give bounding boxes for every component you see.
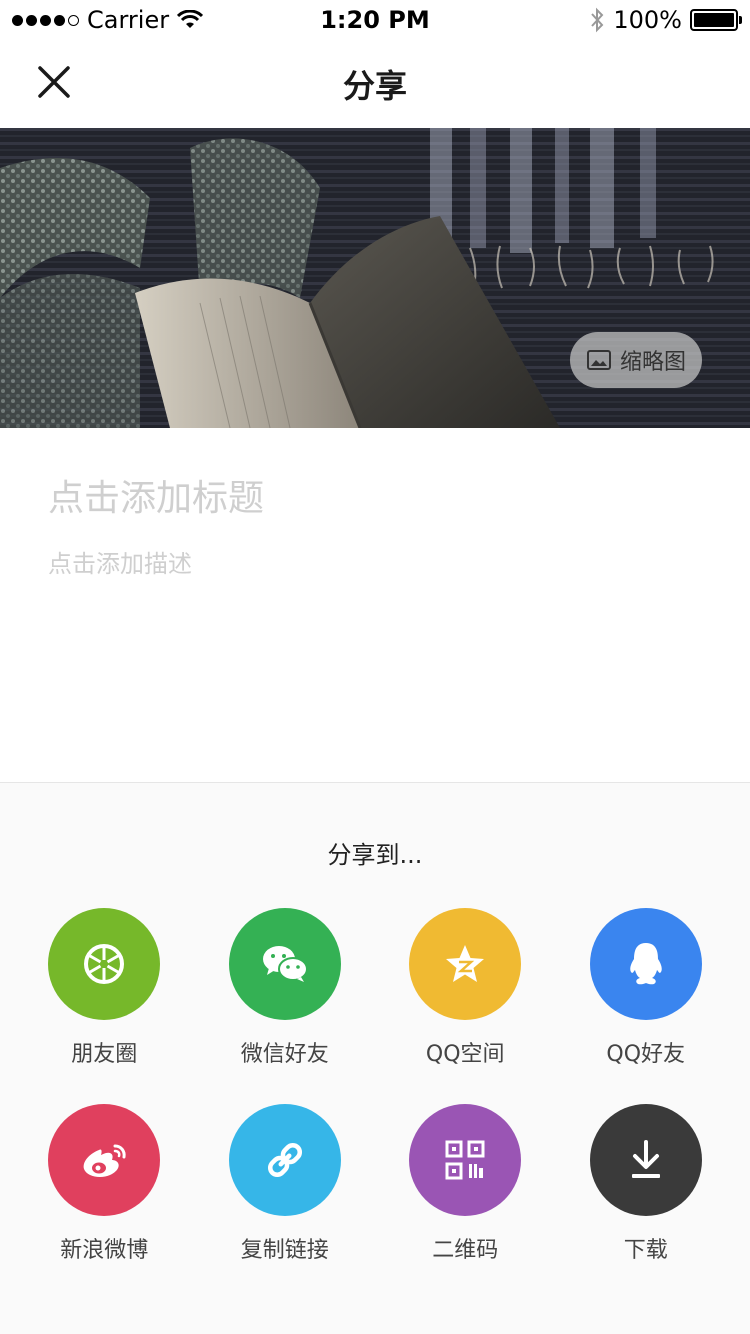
share-label: 复制链接 [240, 1238, 329, 1263]
share-label: 二维码 [432, 1238, 499, 1263]
battery-percent: 100% [613, 6, 682, 34]
share-moments-button[interactable]: 朋友圈 [14, 908, 195, 1068]
bluetooth-icon [591, 7, 604, 33]
cover-image[interactable]: 缩略图 [0, 128, 750, 428]
image-icon [586, 350, 611, 370]
signal-strength-icon [12, 14, 79, 26]
status-right: 100% [589, 6, 742, 34]
description-input[interactable] [48, 550, 702, 578]
share-label: QQ好友 [606, 1042, 686, 1067]
share-heading: 分享到... [327, 841, 423, 869]
qrcode-icon [409, 1104, 522, 1216]
close-icon[interactable] [30, 58, 78, 106]
share-label: 朋友圈 [71, 1042, 138, 1067]
share-qzone-button[interactable]: QQ空间 [375, 908, 556, 1068]
qzone-icon [409, 908, 522, 1020]
share-qq-button[interactable]: QQ好友 [556, 908, 737, 1068]
status-bar: Carrier 1:20 PM 100% [0, 0, 750, 40]
share-panel: 分享到... 朋友圈 微信好友 QQ空间 QQ好友 新浪微博 复制链接 二维码 … [0, 783, 750, 1334]
share-qrcode-button[interactable]: 二维码 [375, 1104, 556, 1264]
link-icon [228, 1104, 341, 1216]
wechat-icon [228, 908, 341, 1020]
nav-bar: 分享 [0, 40, 750, 128]
share-weibo-button[interactable]: 新浪微博 [14, 1104, 195, 1264]
share-copy-link-button[interactable]: 复制链接 [195, 1104, 376, 1264]
title-input[interactable] [48, 478, 702, 519]
share-label: 下载 [623, 1238, 668, 1263]
thumbnail-label: 缩略图 [619, 350, 686, 375]
thumbnail-button[interactable]: 缩略图 [569, 332, 702, 388]
download-icon [589, 1104, 702, 1216]
share-label: QQ空间 [425, 1042, 505, 1067]
battery-icon [690, 9, 742, 31]
download-button[interactable]: 下载 [556, 1104, 737, 1264]
share-grid: 朋友圈 微信好友 QQ空间 QQ好友 新浪微博 复制链接 二维码 下载 [14, 908, 736, 1264]
weibo-icon [48, 1104, 161, 1216]
share-label: 新浪微博 [60, 1238, 149, 1263]
page-title: 分享 [342, 67, 407, 105]
wifi-icon [177, 10, 204, 28]
moments-icon [48, 908, 161, 1020]
share-label: 微信好友 [240, 1042, 329, 1067]
qq-icon [589, 908, 702, 1020]
carrier-info: Carrier [12, 6, 204, 34]
carrier-name: Carrier [87, 6, 170, 34]
share-wechat-button[interactable]: 微信好友 [195, 908, 376, 1068]
